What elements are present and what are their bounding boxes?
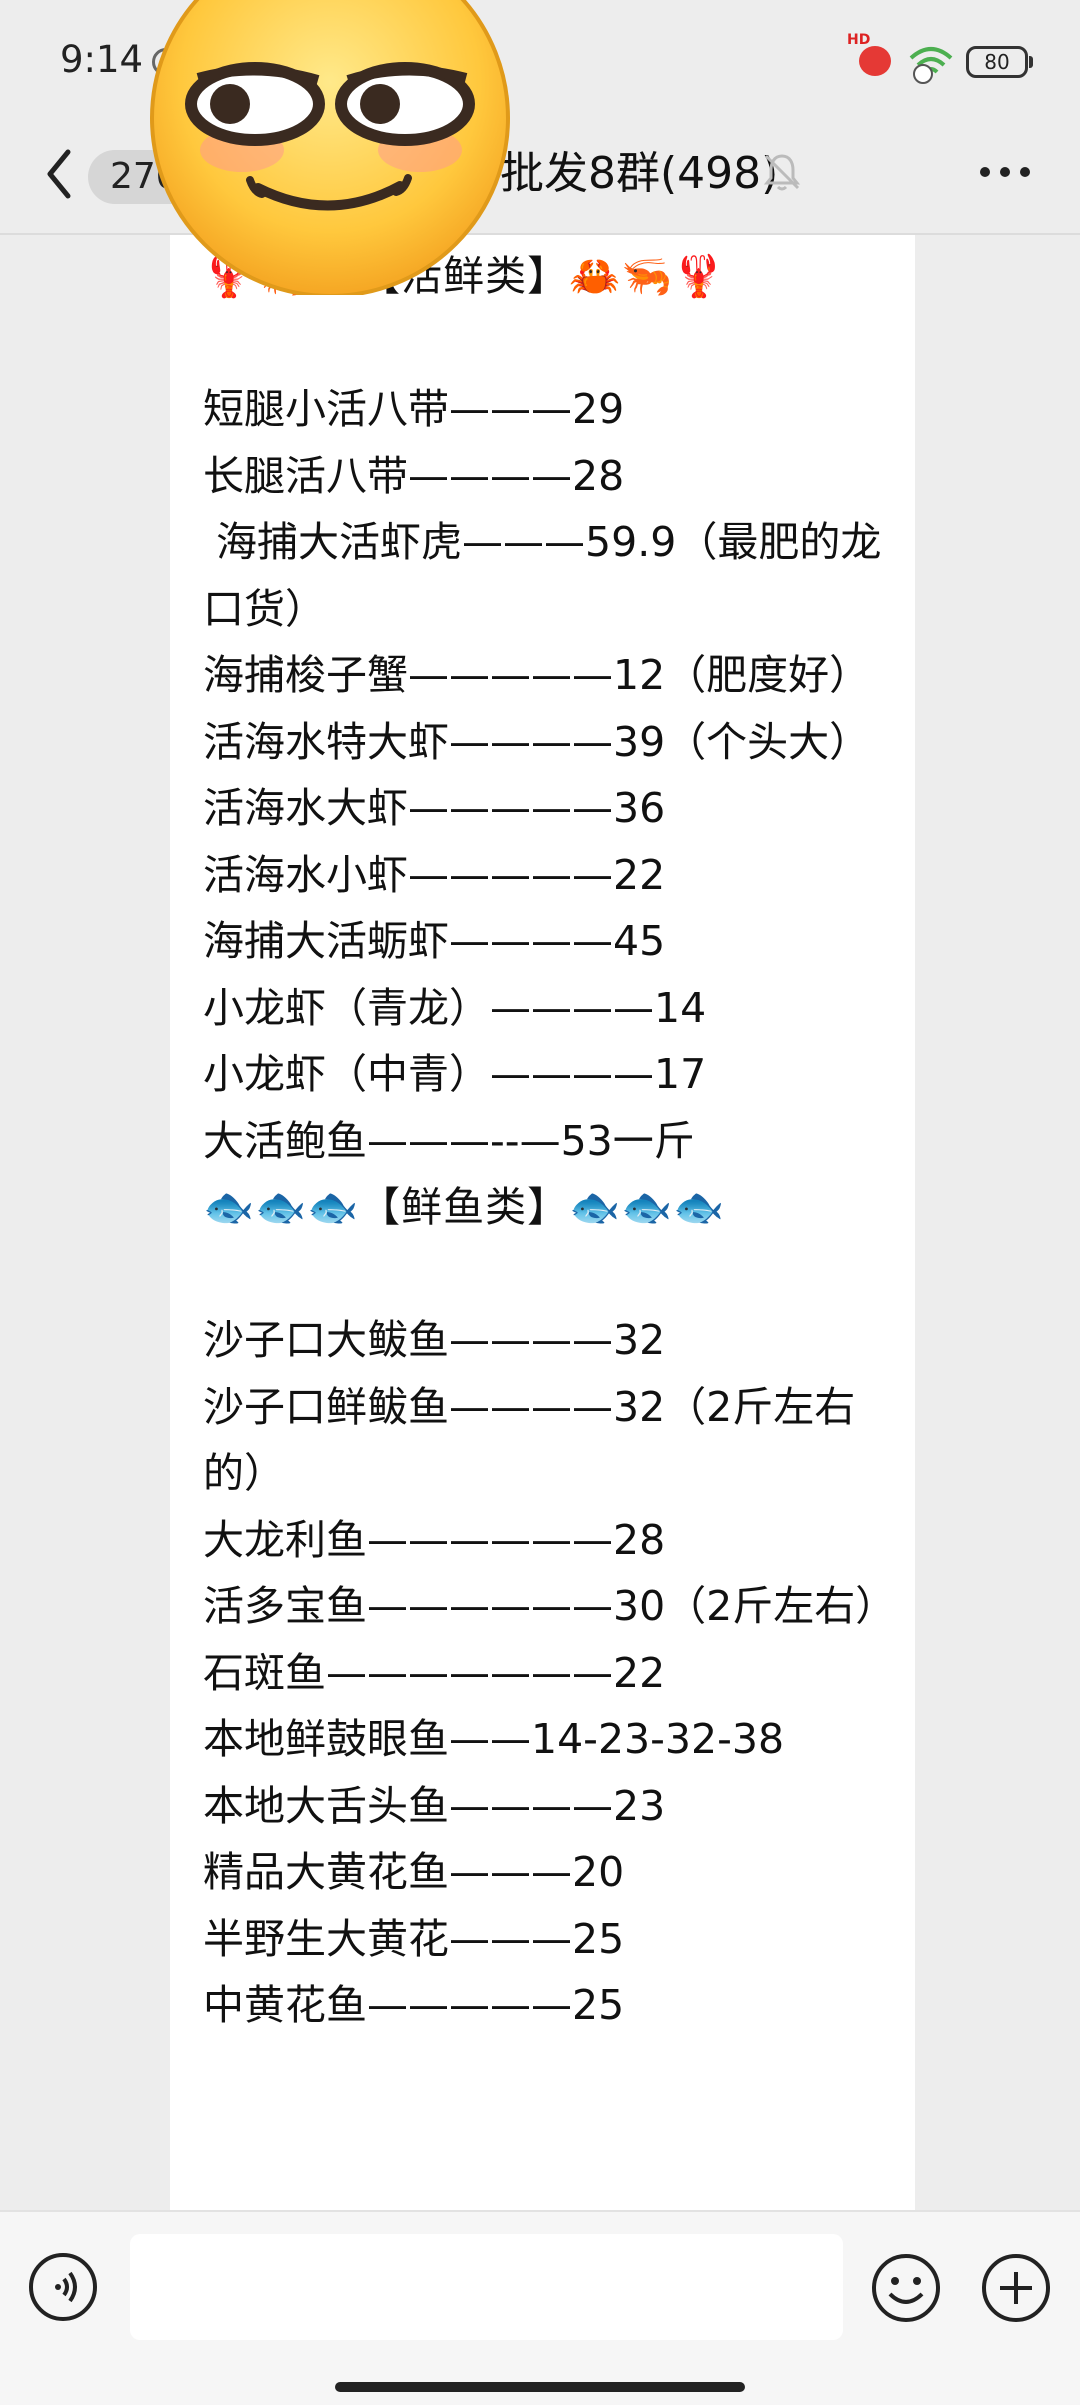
message-line: 中黄花鱼—————25 — [203, 1981, 625, 2029]
message-line: 石斑鱼———————22 — [203, 1648, 666, 1697]
emoji-icon[interactable] — [870, 2252, 942, 2324]
message-line: 活海水小虾—————22 — [203, 850, 666, 899]
message-line: 本地鲜鼓眼鱼——14-23-32-38 — [203, 1715, 785, 1763]
voice-icon[interactable] — [28, 2252, 98, 2322]
chat-title: 批发8群(498) — [500, 148, 779, 199]
home-indicator — [335, 2382, 745, 2392]
message-line: 🐟🐟🐟【鲜鱼类】🐟🐟🐟 — [203, 1183, 726, 1231]
message-line: 本地大舌头鱼————23 — [203, 1781, 666, 1830]
message-line: 沙子口鲜鲅鱼————32（2斤左右的） — [203, 1382, 856, 1498]
back-arrow-icon[interactable] — [40, 144, 80, 204]
message-line: 精品大黄花鱼———20 — [203, 1848, 625, 1896]
signal-badge: HD — [847, 32, 871, 48]
message-line: 海捕梭子蟹—————12（肥度好） — [203, 651, 871, 699]
message-line: 长腿活八带————28 — [203, 451, 625, 500]
message-line: 活海水特大虾————39（个头大） — [203, 717, 871, 766]
message-line: 海捕大活虾虎———59.9（最肥的龙口货） — [203, 518, 882, 633]
message-line: 大活鲍鱼———--—53一斤 — [203, 1116, 695, 1165]
message-line: 小龙虾（中青）————17 — [203, 1050, 707, 1098]
battery-icon: 80 — [966, 46, 1033, 78]
message-bubble[interactable]: 🦞🦐🦀【活鲜类】🦀🦐🦞 短腿小活八带———29 长腿活八带————28 海捕大活… — [170, 235, 915, 2210]
message-line: 活海水大虾—————36 — [203, 784, 666, 832]
plus-icon[interactable] — [980, 2252, 1052, 2324]
status-time: 9:14 — [60, 38, 144, 81]
message-input[interactable] — [130, 2234, 843, 2340]
message-text: 🦞🦐🦀【活鲜类】🦀🦐🦞 短腿小活八带———29 长腿活八带————28 海捕大活… — [170, 235, 915, 2039]
input-bar — [0, 2210, 1080, 2405]
wifi-icon — [909, 47, 953, 84]
message-line: 海捕大活蛎虾————45 — [203, 917, 666, 965]
message-line: 沙子口大鲅鱼————32 — [203, 1316, 666, 1364]
message-line: 大龙利鱼——————28 — [203, 1515, 666, 1564]
message-line: 活多宝鱼——————30（2斤左右） — [203, 1582, 897, 1630]
message-line — [203, 310, 885, 377]
message-line: 短腿小活八带———29 — [203, 385, 625, 433]
message-line: 小龙虾（青龙）————14 — [203, 983, 707, 1032]
message-line: 半野生大黄花———25 — [203, 1914, 625, 1963]
message-line — [203, 1241, 885, 1308]
smirk-emoji-sticker — [150, 0, 510, 295]
signal-icon: HD — [847, 32, 897, 78]
mute-bell-icon — [763, 154, 801, 191]
more-dots-icon[interactable] — [975, 150, 1035, 194]
